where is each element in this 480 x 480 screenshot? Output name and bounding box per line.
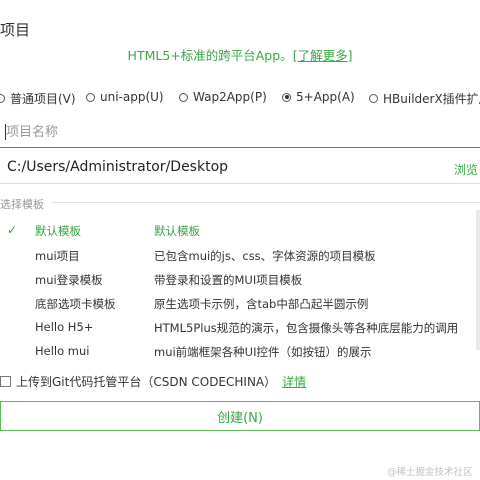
project-location-input[interactable]: C:/Users/Administrator/Desktop	[7, 159, 228, 175]
template-row-bottom-tabs[interactable]: 底部选项卡模板 原生选项卡示例，含tab中部凸起半圆示例	[0, 296, 470, 320]
template-desc: 默认模板	[154, 224, 200, 238]
template-name: mui项目	[35, 249, 80, 263]
checkmark-icon: ✓	[7, 223, 18, 237]
template-list-scrollbar[interactable]	[476, 210, 480, 350]
radio-label: uni-app(U)	[100, 90, 164, 104]
template-row-default[interactable]: ✓ 默认模板 默认模板	[0, 223, 470, 247]
subtitle: HTML5+标准的跨平台App。[了解更多]	[0, 45, 480, 64]
template-name: 底部选项卡模板	[35, 297, 116, 311]
radio-icon	[86, 92, 95, 102]
template-row-mui-login[interactable]: mui登录模板 带登录和设置的MUI项目模板	[0, 272, 470, 296]
radio-label: 普通项目(V)	[10, 92, 76, 106]
radio-label: Wap2App(P)	[193, 90, 267, 104]
watermark: @稀土掘金技术社区	[387, 467, 473, 478]
template-desc: 已包含mui的js、css、字体资源的项目模板	[154, 249, 376, 263]
text-caret	[5, 124, 6, 140]
radio-hbuilderx-plugin[interactable]: HBuilderX插件扩展	[369, 90, 480, 107]
radio-icon	[369, 94, 378, 103]
template-name: Hello H5+	[35, 320, 94, 334]
template-row-hello-mui[interactable]: Hello mui mui前端框架各种UI控件（如按钮）的展示	[0, 344, 470, 368]
browse-button[interactable]: 浏览	[454, 161, 478, 178]
template-section-label: 选择模板	[0, 198, 44, 211]
radio-wap2app[interactable]: Wap2App(P)	[179, 90, 267, 104]
project-type-radio-group: 普通项目(V) uni-app(U) Wap2App(P) 5+App(A) H…	[0, 90, 480, 108]
git-upload-checkbox[interactable]	[0, 375, 11, 387]
radio-uni-app[interactable]: uni-app(U)	[86, 90, 164, 104]
radio-icon	[179, 92, 188, 102]
radio-checked-icon	[282, 92, 291, 102]
radio-normal-project[interactable]: 普通项目(V)	[0, 90, 76, 107]
template-name: Hello mui	[35, 344, 90, 358]
radio-5plus-app[interactable]: 5+App(A)	[282, 90, 355, 104]
template-name: mui登录模板	[35, 273, 103, 287]
location-divider	[0, 183, 480, 184]
git-upload-label: 上传到Git代码托管平台（CSDN CODECHINA）	[16, 374, 277, 389]
radio-icon	[0, 94, 5, 103]
learn-more-link[interactable]: [了解更多]	[293, 48, 353, 63]
git-upload-option: 上传到Git代码托管平台（CSDN CODECHINA） 详情	[0, 373, 306, 389]
git-details-link[interactable]: 详情	[282, 373, 306, 390]
template-desc: mui前端框架各种UI控件（如按钮）的展示	[154, 345, 372, 359]
subtitle-text: HTML5+标准的跨平台App。	[127, 48, 293, 63]
create-button[interactable]: 创建(N)	[0, 401, 480, 431]
template-desc: 带登录和设置的MUI项目模板	[154, 273, 303, 287]
template-section-divider	[52, 202, 480, 203]
template-row-mui-project[interactable]: mui项目 已包含mui的js、css、字体资源的项目模板	[0, 248, 470, 272]
template-name: 默认模板	[35, 224, 81, 238]
project-name-input[interactable]	[0, 118, 480, 148]
template-row-hello-h5plus[interactable]: Hello H5+ HTML5Plus规范的演示，包含摄像头等各种底层能力的调用	[0, 320, 470, 344]
template-desc: 原生选项卡示例，含tab中部凸起半圆示例	[154, 297, 369, 311]
radio-label: HBuilderX插件扩展	[383, 92, 480, 106]
radio-label: 5+App(A)	[296, 90, 355, 104]
template-desc: HTML5Plus规范的演示，包含摄像头等各种底层能力的调用	[154, 321, 459, 335]
dialog-title: 项目	[0, 21, 31, 39]
